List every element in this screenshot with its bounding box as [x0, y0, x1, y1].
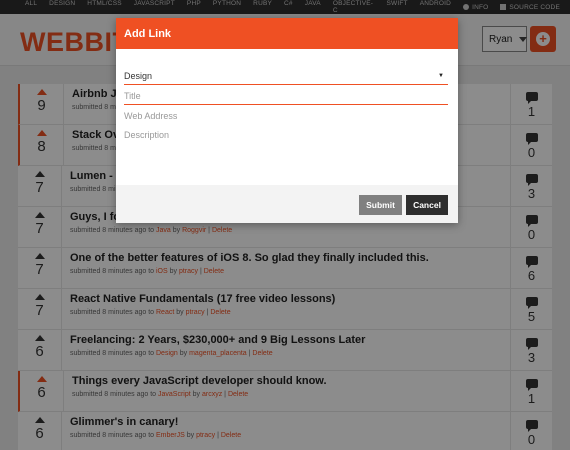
- web-address-input[interactable]: Web Address: [124, 108, 448, 125]
- description-input[interactable]: Description: [124, 127, 448, 144]
- add-link-modal: Add Link Design ▼ Title Web Address Desc…: [116, 18, 458, 223]
- cancel-button[interactable]: Cancel: [406, 195, 448, 215]
- modal-footer: Submit Cancel: [116, 185, 458, 223]
- modal-title: Add Link: [116, 18, 458, 49]
- title-input[interactable]: Title: [124, 88, 448, 105]
- category-select[interactable]: Design ▼: [124, 67, 448, 85]
- select-caret-icon: ▼: [438, 73, 444, 79]
- category-select-value: Design: [124, 71, 153, 81]
- submit-button[interactable]: Submit: [359, 195, 402, 215]
